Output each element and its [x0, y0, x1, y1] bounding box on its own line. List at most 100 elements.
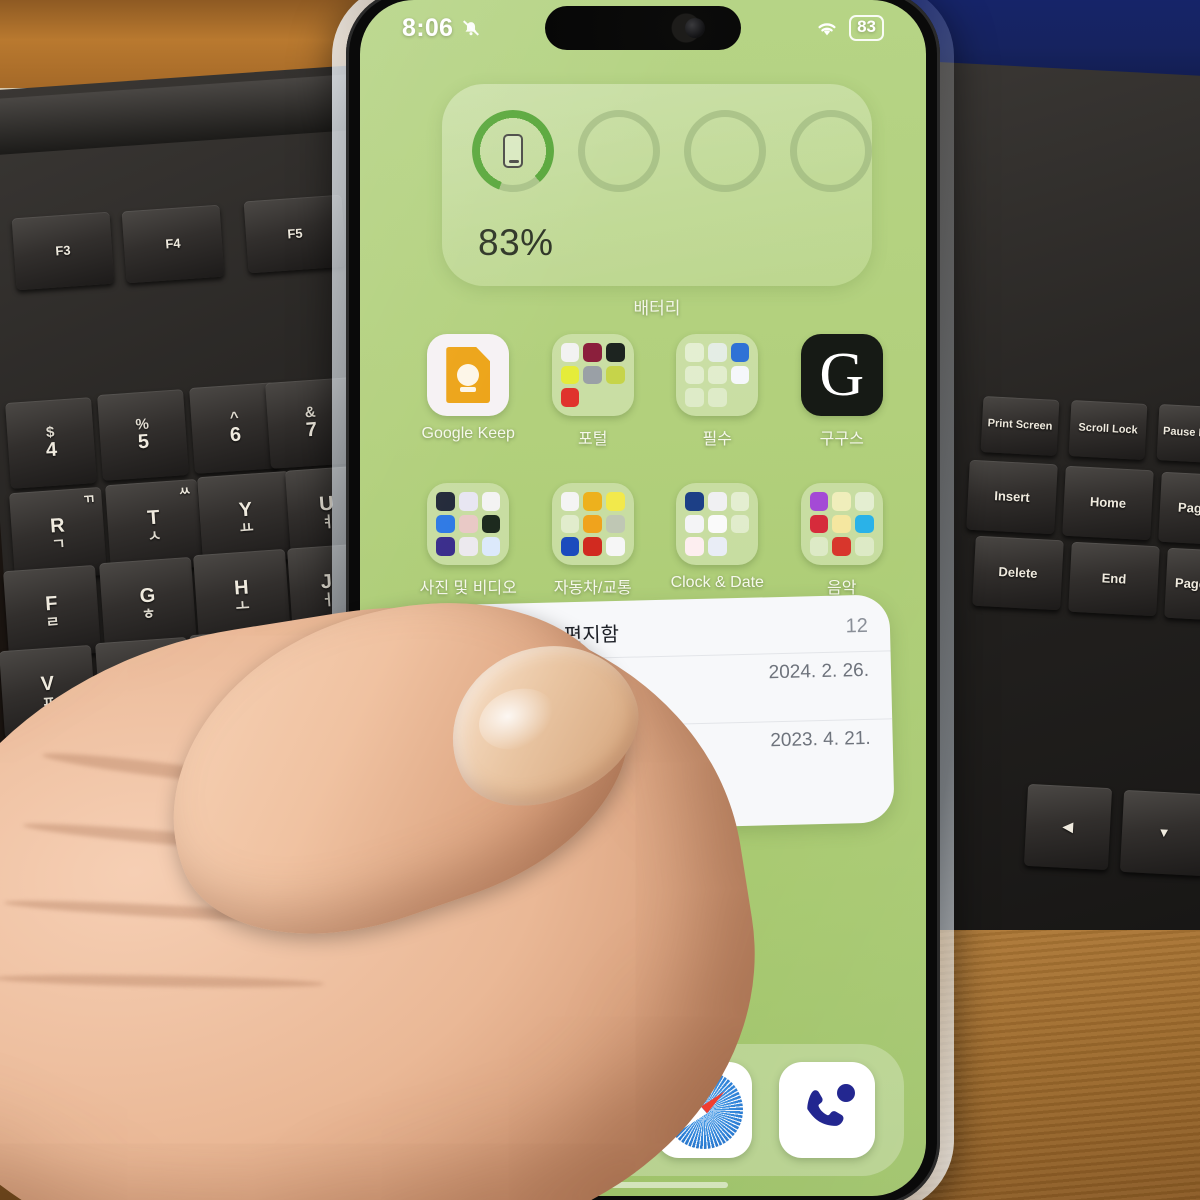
- mini-icon: [685, 365, 704, 385]
- key-arrow-down[interactable]: ▼: [1119, 789, 1200, 877]
- mini-icon: [436, 514, 455, 534]
- app-label: Google Keep: [421, 425, 515, 442]
- key-delete[interactable]: Delete: [972, 535, 1064, 611]
- mini-icon: [730, 492, 750, 511]
- mail-date: 2023. 4. 21.: [770, 727, 871, 752]
- mini-icon: [583, 514, 603, 534]
- mini-icon: [730, 343, 750, 362]
- hand-crease: [0, 972, 325, 990]
- mini-icon: [481, 537, 501, 556]
- ring-track: [578, 110, 660, 192]
- mini-icon: [731, 388, 750, 407]
- key-end[interactable]: End: [1068, 541, 1160, 617]
- app-folder-music[interactable]: 음악: [780, 483, 905, 598]
- google-keep-icon[interactable]: [427, 334, 510, 416]
- battery-ring-empty-1: [578, 110, 660, 192]
- folder-icon[interactable]: [676, 483, 759, 565]
- battery-widget-label: 배터리: [633, 299, 681, 318]
- key-f4[interactable]: F4: [121, 204, 225, 284]
- app-label: Clock & Date: [670, 574, 764, 591]
- app-folder-photos-videos[interactable]: 사진 및 비디오: [406, 483, 531, 598]
- key-page-up[interactable]: Page Up: [1158, 471, 1200, 547]
- mini-icon: [458, 514, 478, 534]
- app-folder-essential[interactable]: 필수: [655, 334, 780, 449]
- mini-icon: [832, 492, 852, 511]
- battery-percent-text: 83%: [478, 222, 554, 263]
- wifi-icon: [818, 23, 836, 36]
- mini-icon: [583, 343, 603, 362]
- mini-icon: [583, 365, 603, 385]
- mini-icon: [685, 388, 704, 407]
- mini-icon: [606, 514, 625, 534]
- mini-icon: [707, 388, 727, 407]
- key-5[interactable]: % 5: [97, 389, 189, 481]
- key-insert[interactable]: Insert: [966, 459, 1058, 535]
- mini-icon: [707, 492, 727, 511]
- key-page-down[interactable]: Page Down: [1164, 547, 1200, 623]
- key-scroll-lock[interactable]: Scroll Lock: [1068, 400, 1148, 460]
- ggoos-g-icon[interactable]: G: [800, 334, 883, 416]
- app-google-keep[interactable]: Google Keep: [406, 334, 531, 449]
- mini-icon: [458, 492, 478, 511]
- photo-scene: ‹ F3 F4 F5 $ 4 % 5 ^ 6 & 7 R ㄱ ㄲ T ㅅ ㅆ Y…: [0, 0, 1200, 1200]
- mini-icon: [730, 514, 750, 534]
- key-home[interactable]: Home: [1062, 465, 1154, 541]
- battery-indicator: 83: [849, 15, 884, 41]
- folder-icon[interactable]: [800, 483, 883, 565]
- mini-icon: [583, 388, 602, 407]
- app-folder-car-transit[interactable]: 자동차/교통: [531, 483, 656, 598]
- mini-icon: [832, 514, 852, 534]
- status-bar: 8:06 83: [360, 8, 926, 48]
- battery-rings: [472, 110, 872, 192]
- g-letter: G: [819, 341, 865, 409]
- app-folder-clock-date[interactable]: Clock & Date: [655, 483, 780, 598]
- mini-icon: [560, 492, 580, 511]
- keep-bulb-base: [460, 387, 477, 392]
- key-f5[interactable]: F5: [243, 194, 347, 274]
- mail-unread-count: 12: [845, 614, 869, 638]
- folder-icon[interactable]: [551, 334, 634, 416]
- battery-ring-empty-2: [684, 110, 766, 192]
- app-label: 구구스: [819, 431, 864, 448]
- key-print-screen[interactable]: Print Screen: [980, 396, 1060, 456]
- folder-icon[interactable]: [676, 334, 759, 416]
- mini-icon: [809, 492, 829, 511]
- mini-icon: [685, 492, 704, 511]
- mini-icon: [707, 365, 727, 385]
- status-bar-left: 8:06: [402, 14, 482, 43]
- ring-track: [790, 110, 872, 192]
- mini-icon: [560, 514, 580, 534]
- key-pause-break[interactable]: Pause Break: [1156, 404, 1200, 464]
- mini-icon: [560, 388, 580, 407]
- mini-icon: [707, 537, 727, 556]
- mini-icon: [606, 492, 625, 511]
- key-f3[interactable]: F3: [11, 211, 115, 291]
- mini-icon: [606, 388, 625, 407]
- mini-icon: [436, 492, 455, 511]
- keep-bulb-shape: [457, 364, 480, 386]
- folder-icon[interactable]: [551, 483, 634, 565]
- bell-slash-icon: [463, 20, 480, 36]
- mini-icon: [685, 343, 704, 362]
- app-folder-portal[interactable]: 포털: [531, 334, 656, 449]
- mini-icon: [855, 514, 874, 534]
- key-arrow-left[interactable]: ◀: [1023, 783, 1113, 871]
- app-ggoos[interactable]: G 구구스: [780, 334, 905, 449]
- mini-icon: [707, 514, 727, 534]
- mini-icon: [560, 537, 580, 556]
- whoscall-dot: [836, 1084, 855, 1102]
- mini-icon: [481, 514, 501, 534]
- battery-widget[interactable]: 83%: [442, 84, 872, 286]
- mini-icon: [731, 537, 750, 556]
- app-label: 필수: [702, 431, 732, 448]
- mini-icon: [730, 365, 750, 385]
- battery-ring-empty-3: [790, 110, 872, 192]
- mini-icon: [809, 514, 829, 534]
- key-4[interactable]: $ 4: [5, 397, 97, 489]
- iphone-glyph-icon: [503, 134, 523, 168]
- ring-track: [684, 110, 766, 192]
- mini-icon: [606, 365, 625, 385]
- status-bar-right: 83: [814, 15, 884, 41]
- dock-app-whoscall[interactable]: [778, 1062, 875, 1158]
- folder-icon[interactable]: [427, 483, 510, 565]
